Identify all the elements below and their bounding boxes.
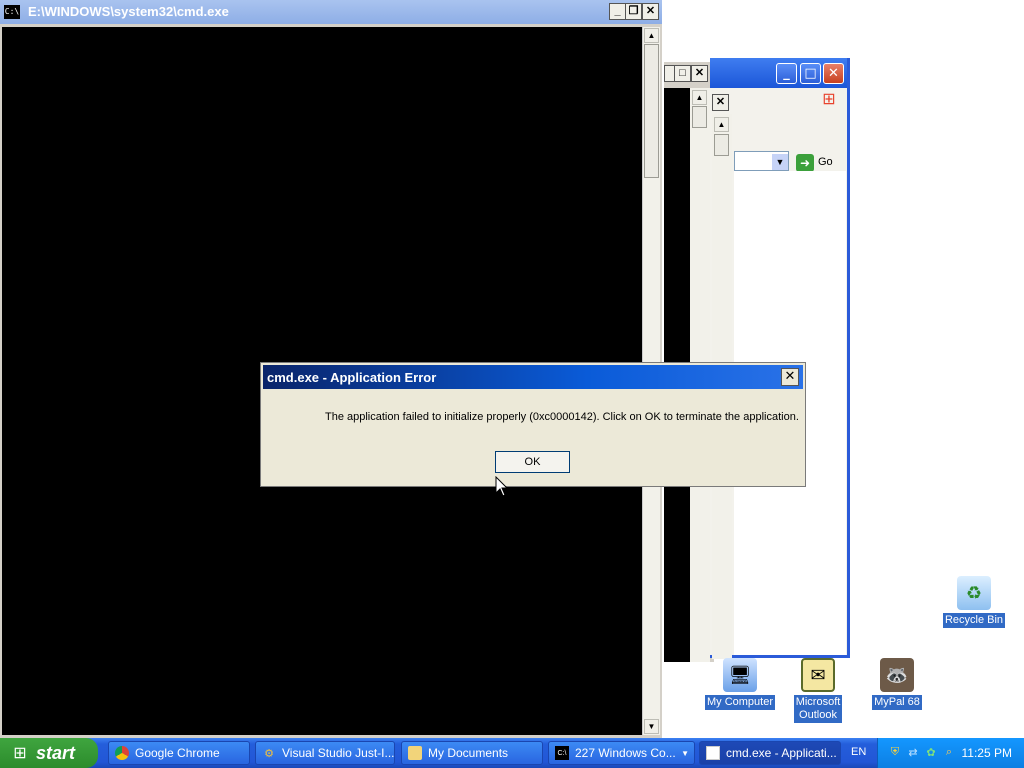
close-icon: ✕ (784, 369, 796, 384)
minimize-button[interactable]: _ (609, 3, 626, 20)
tray-app-icon[interactable]: ✿ (924, 745, 938, 759)
close-button[interactable]: ✕ (691, 65, 708, 82)
taskbar: ⊞ start Google Chrome ⚙ Visual Studio Ju… (0, 738, 1024, 768)
desktop-icon-label: MyPal 68 (872, 695, 922, 710)
error-message: The application failed to initialize pro… (325, 411, 799, 423)
taskbar-item-label: My Documents (428, 746, 509, 760)
cmd-window-title: E:\WINDOWS\system32\cmd.exe (28, 4, 229, 19)
language-indicator[interactable]: EN (851, 746, 866, 758)
background-explorer-window[interactable]: _ □ ✕ ✕ ⊞ ▲ ▼ ➜ Go (710, 58, 850, 659)
close-button[interactable]: ✕ (642, 3, 659, 20)
scroll-thumb[interactable] (714, 134, 729, 156)
scroll-thumb[interactable] (692, 106, 707, 128)
dialog-titlebar[interactable]: cmd.exe - Application Error ✕ (263, 365, 803, 389)
search-icon[interactable]: ⌕ (942, 745, 956, 759)
window-icon (706, 746, 720, 760)
desktop-icon-my-computer[interactable]: 🖥 My Computer (698, 658, 782, 710)
mouse-cursor-icon (495, 476, 509, 497)
close-pane-button[interactable]: ✕ (712, 94, 729, 111)
scroll-up-button[interactable]: ▲ (714, 117, 729, 132)
system-tray: ⛨ ⇄ ✿ ⌕ 11:25 PM (877, 738, 1024, 768)
taskbar-item-label: Google Chrome (135, 746, 220, 760)
chevron-down-icon: ▼ (681, 748, 689, 758)
outlook-icon: ✉ (801, 658, 835, 692)
desktop-icon-label: Microsoft Outlook (793, 695, 843, 723)
scroll-up-button[interactable]: ▲ (644, 28, 659, 43)
restore-button[interactable]: ❐ (625, 3, 642, 20)
chevron-down-icon[interactable]: ▼ (772, 154, 788, 170)
taskbar-item-visual-studio[interactable]: ⚙ Visual Studio Just-I... (255, 741, 395, 765)
maximize-icon: □ (804, 66, 817, 81)
desktop-icon-mypal[interactable]: 🦝 MyPal 68 (855, 658, 939, 710)
close-icon: ✕ (715, 96, 726, 108)
application-error-dialog[interactable]: cmd.exe - Application Error ✕ The applic… (260, 362, 806, 487)
desktop-icon-recycle-bin[interactable]: ♻ Recycle Bin (932, 576, 1016, 628)
minimize-icon: _ (614, 5, 621, 17)
recycle-bin-icon: ♻ (957, 576, 991, 610)
go-arrow-icon[interactable]: ➜ (796, 154, 814, 172)
explorer-titlebar[interactable]: _ □ ✕ (710, 58, 847, 88)
folder-icon (408, 746, 422, 760)
restore-icon: □ (679, 67, 686, 79)
taskbar-item-windows-command[interactable]: C:\ 227 Windows Co... ▼ (548, 741, 695, 765)
security-shield-icon[interactable]: ⛨ (888, 745, 902, 759)
go-button[interactable]: Go (818, 156, 833, 168)
scroll-down-button[interactable]: ▼ (644, 719, 659, 734)
start-button[interactable]: ⊞ start (0, 738, 98, 768)
computer-icon: 🖥 (723, 658, 757, 692)
chrome-icon (115, 746, 129, 760)
mypal-icon: 🦝 (880, 658, 914, 692)
start-label: start (36, 742, 76, 763)
taskbar-item-label: cmd.exe - Applicati... (726, 746, 837, 760)
close-button[interactable]: ✕ (823, 63, 844, 84)
close-icon: ✕ (694, 67, 705, 79)
taskbar-item-chrome[interactable]: Google Chrome (108, 741, 250, 765)
taskbar-item-my-documents[interactable]: My Documents (401, 741, 543, 765)
minimize-icon: _ (783, 66, 790, 81)
desktop-icon-label: My Computer (704, 695, 776, 710)
maximize-button[interactable]: □ (800, 63, 821, 84)
minimize-button[interactable]: _ (776, 63, 797, 84)
restore-icon: ❐ (628, 5, 639, 17)
clock[interactable]: 11:25 PM (962, 746, 1012, 760)
desktop-icon-label: Recycle Bin (942, 613, 1006, 628)
scroll-thumb[interactable] (644, 44, 659, 178)
windows-logo-icon: ⊞ (822, 91, 836, 108)
close-icon: ✕ (645, 5, 656, 17)
dialog-title: cmd.exe - Application Error (267, 370, 437, 385)
taskbar-item-label: Visual Studio Just-I... (282, 746, 395, 760)
network-icon[interactable]: ⇄ (906, 745, 920, 759)
cmd-titlebar[interactable]: C:\ E:\WINDOWS\system32\cmd.exe _ ❐ ✕ (0, 0, 662, 24)
scroll-up-button[interactable]: ▲ (692, 90, 707, 105)
close-icon: ✕ (828, 66, 839, 81)
cmd-icon: C:\ (555, 746, 569, 760)
cmd-icon: C:\ (4, 5, 20, 19)
dialog-close-button[interactable]: ✕ (781, 368, 799, 386)
taskbar-item-label: 227 Windows Co... (575, 746, 676, 760)
desktop-icon-outlook[interactable]: ✉ Microsoft Outlook (776, 658, 860, 723)
ok-button[interactable]: OK (495, 451, 570, 473)
restore-button[interactable]: □ (674, 65, 691, 82)
taskbar-item-cmd-error[interactable]: cmd.exe - Applicati... (699, 741, 841, 765)
windows-flag-icon: ⊞ (13, 745, 27, 762)
visual-studio-icon: ⚙ (264, 747, 274, 760)
